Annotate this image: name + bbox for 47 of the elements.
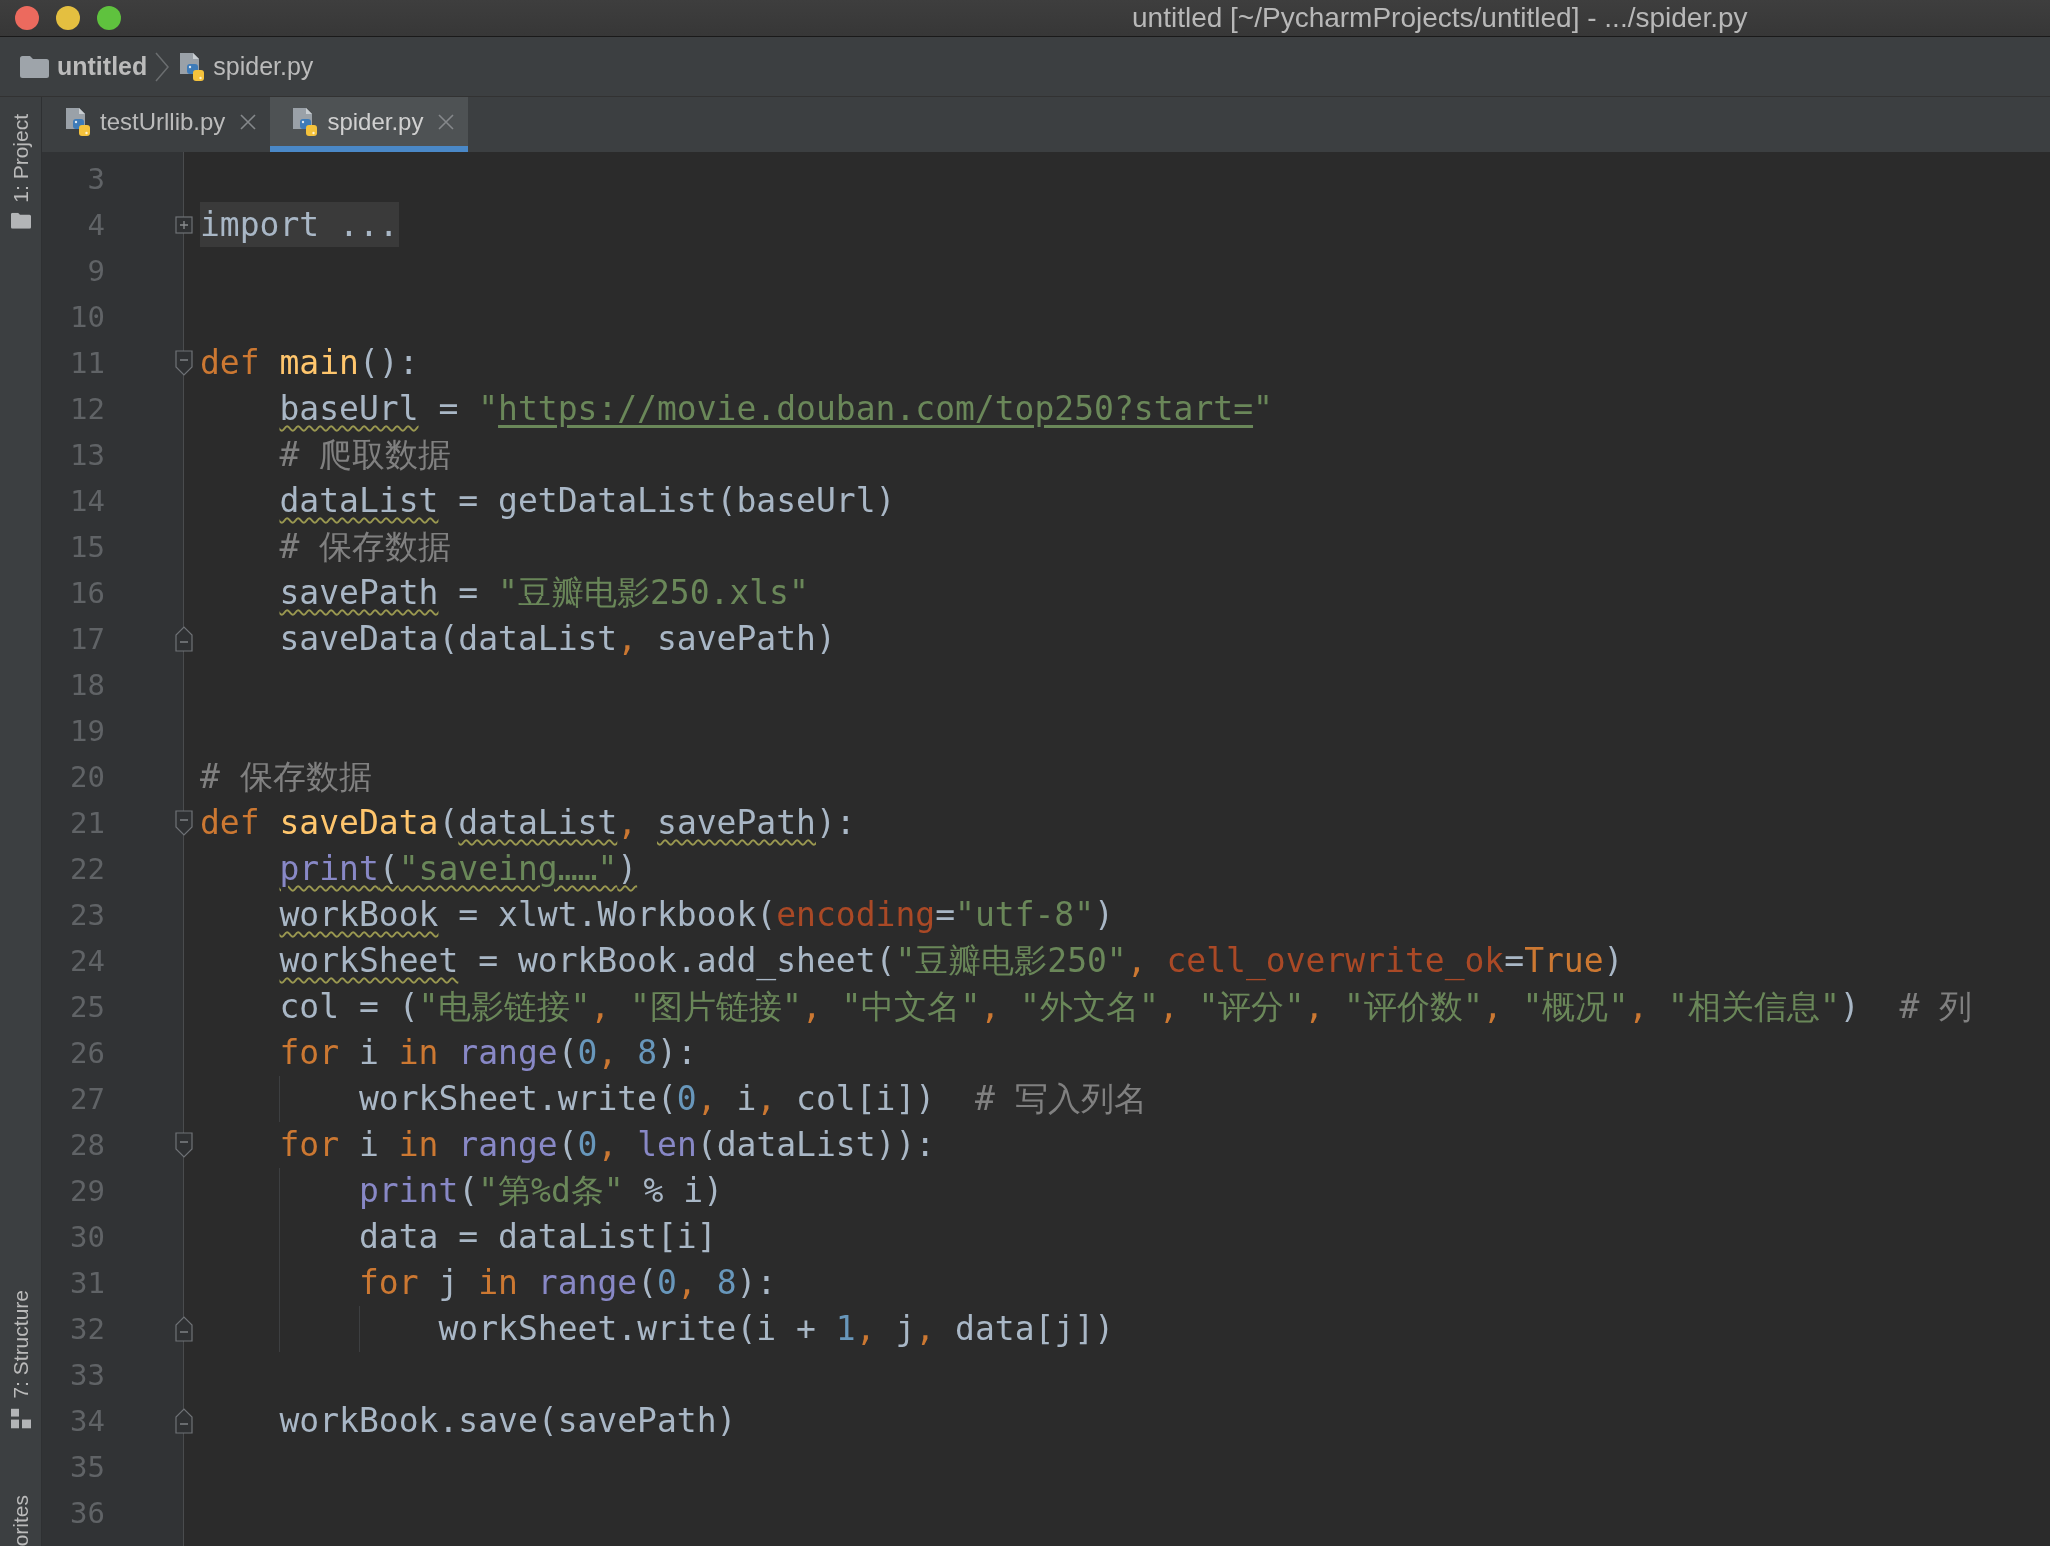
- code-line: workBook.save(savePath): [279, 1401, 737, 1440]
- code-line: def saveData(dataList, savePath):: [200, 803, 856, 842]
- collapse-icon[interactable]: [175, 1132, 193, 1158]
- collapse-icon[interactable]: [175, 1316, 193, 1342]
- python-file-icon: [292, 106, 319, 137]
- close-icon[interactable]: [438, 113, 455, 130]
- code-line: print("saveing……"): [279, 849, 638, 888]
- breadcrumb-item[interactable]: untitled: [20, 52, 148, 81]
- tool-window-button[interactable]: 7: Structure: [8, 1290, 33, 1429]
- collapse-icon[interactable]: [175, 1408, 193, 1434]
- tool-window-button[interactable]: 1: Project: [8, 114, 33, 229]
- code-line: data = dataList[i]: [358, 1217, 717, 1256]
- code-line: for j in range(0, 8):: [358, 1263, 777, 1302]
- code-line: for i in range(0, len(dataList)):: [279, 1125, 936, 1164]
- structure-icon: [10, 1408, 31, 1429]
- code-line: workSheet.write(0, i, col[i]) # 写入列名: [358, 1079, 1147, 1118]
- python-file-icon: [179, 51, 206, 82]
- code-line: savePath = "豆瓣电影250.xls": [279, 573, 809, 612]
- window-maximize-icon[interactable]: [97, 6, 121, 30]
- code-line: col = ("电影链接", "图片链接", "中文名", "外文名", "评分", "评价数", "概况", "相关信息") # 列: [279, 987, 1973, 1026]
- code-line: # 保存数据: [279, 527, 452, 566]
- collapse-icon[interactable]: [175, 810, 193, 836]
- window-minimize-icon[interactable]: [56, 6, 80, 30]
- folder-icon: [10, 212, 31, 229]
- tab[interactable]: spider.py: [270, 97, 469, 152]
- chevron-icon: [155, 51, 170, 82]
- code-line: saveData(dataList, savePath): [279, 619, 836, 658]
- code-line: # 爬取数据: [279, 435, 452, 474]
- code-line: workSheet = workBook.add_sheet("豆瓣电影250", cell_overwrite_ok=True): [279, 941, 1624, 980]
- code-line: workSheet.write(i + 1, j, data[j]): [438, 1309, 1114, 1348]
- code-line: for i in range(0, 8):: [279, 1033, 697, 1072]
- window-close-icon[interactable]: [15, 6, 39, 30]
- folder-icon: [20, 55, 49, 78]
- tool-window-button[interactable]: orites: [8, 1494, 33, 1546]
- tab[interactable]: testUrllib.py: [43, 97, 271, 152]
- code-line: # 保存数据: [200, 757, 372, 796]
- code-line: dataList = getDataList(baseUrl): [279, 481, 896, 520]
- code-line: baseUrl = "https://movie.douban.com/top250?start=": [279, 389, 1273, 428]
- code-line: workBook = xlwt.Workbook(encoding="utf-8"): [279, 895, 1114, 934]
- window-title: untitled [~/PycharmProjects/untitled] - .../spider.py: [1132, 2, 1748, 34]
- python-file-icon: [65, 106, 91, 137]
- breadcrumb-item[interactable]: spider.py: [179, 51, 314, 82]
- code-line: def main():: [200, 343, 419, 382]
- collapse-icon[interactable]: [175, 626, 193, 652]
- close-icon[interactable]: [240, 113, 257, 130]
- collapse-icon[interactable]: [175, 350, 193, 376]
- code-line: print("第%d条" % i): [358, 1171, 723, 1210]
